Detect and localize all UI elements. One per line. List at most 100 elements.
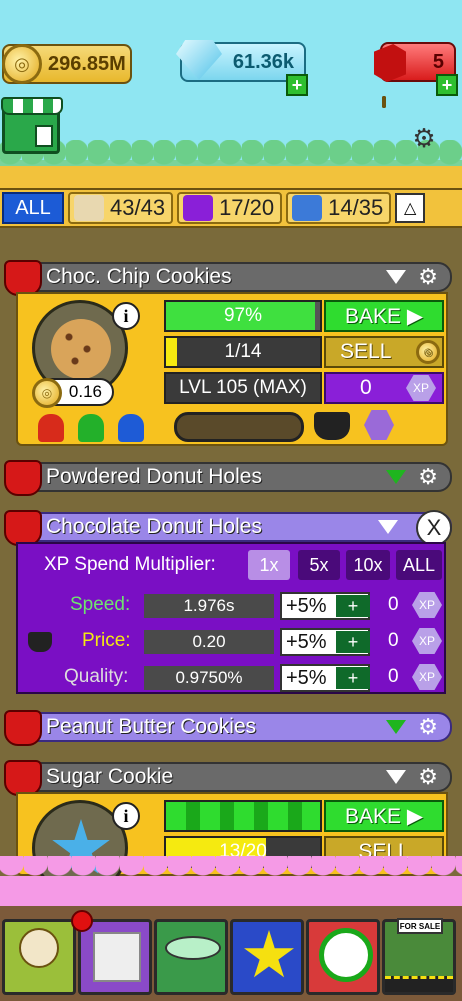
nav-star-button[interactable] [230,919,304,995]
xp-value: 0 [360,376,372,399]
door-icon [35,125,53,147]
multiplier-10x-button[interactable]: 10x [346,550,390,580]
awning-icon [1,97,63,115]
upgrade-panel: XP Spend Multiplier: 1x 5x 10x ALL Speed… [16,542,446,694]
bake-progress-bar [164,800,322,832]
multiplier-all-button[interactable]: ALL [396,550,442,580]
price-upgrade[interactable]: +5% + [280,628,370,656]
filter-boxes-count: 17/20 [219,195,275,220]
xp-badge-icon: XP [406,375,436,401]
graduation-cap-icon [28,632,52,652]
xp-badge-icon: XP [412,628,442,654]
graduation-cap-icon[interactable] [314,412,350,440]
price-value: 0.20 [144,630,274,654]
worker-red-icon[interactable] [38,414,64,442]
xp-badge-icon: XP [412,592,442,618]
nav-display-button[interactable] [154,919,228,995]
collapse-triangle-icon[interactable] [386,770,407,784]
price-value: 0.16 [68,382,102,401]
speed-label: Speed: [70,594,131,615]
worker-green-icon[interactable] [78,414,104,442]
quality-value: 0.9750% [144,666,274,690]
speed-plus-button[interactable]: + [336,595,370,617]
item-header-peanut-butter[interactable]: Peanut Butter Cookies ⚙ [4,710,452,746]
shop-button[interactable] [1,97,63,154]
mug-icon [4,510,42,546]
purple-box-icon [183,195,214,221]
nav-gifts-button[interactable] [71,910,152,995]
category-filter-bar: ALL 43/43 17/20 14/35 △ [0,188,462,228]
multiplier-5x-button[interactable]: 5x [298,550,340,580]
info-button[interactable]: i [112,802,140,830]
add-gems-button[interactable]: + [286,74,308,96]
quality-plus-button[interactable]: + [336,667,370,689]
nav-bakery-button[interactable] [2,919,76,995]
price-xp-cost: 0 [388,630,399,651]
gear-icon[interactable]: ⚙ [418,266,438,288]
filter-all-button[interactable]: ALL [2,192,64,224]
quality-upgrade[interactable]: +5% + [280,664,370,692]
bake-button[interactable]: BAKE ▶ [324,300,444,332]
item-header-choc-chip[interactable]: Choc. Chip Cookies ⚙ [4,260,452,296]
sort-triangle-icon[interactable]: △ [395,193,426,223]
conveyor-belt-icon [174,412,304,442]
item-header-powdered-donut[interactable]: Powdered Donut Holes ⚙ [4,460,452,496]
item-header-chocolate-donut[interactable]: Chocolate Donut Holes X [4,510,452,546]
collapse-triangle-icon[interactable] [378,520,398,534]
gear-icon[interactable]: ⚙ [418,766,438,788]
mug-icon [4,760,42,796]
close-button[interactable]: X [416,510,452,546]
item-title: Sugar Cookie [46,765,174,788]
collapse-triangle-icon[interactable] [386,270,407,284]
expand-triangle-icon[interactable] [386,470,407,484]
gift-box-icon [292,195,323,221]
sell-button[interactable]: SELL ◎ [324,336,444,368]
coin-icon: ◎ [32,378,62,408]
expand-triangle-icon[interactable] [386,720,407,734]
gear-icon[interactable]: ⚙ [418,466,438,488]
bake-progress-label: 97% [223,305,263,326]
notification-dot [71,910,93,932]
item-header-sugar-cookie[interactable]: Sugar Cookie ⚙ [4,760,452,796]
speed-upgrade[interactable]: +5% + [280,592,370,620]
xp-badge-icon: XP [412,664,442,690]
price-plus-button[interactable]: + [336,631,370,653]
tickets-counter[interactable]: 5 + [374,42,458,96]
frosting-drips-top [0,140,462,190]
filter-gifts[interactable]: 14/35 [286,192,392,224]
stock-bar: 1/14 [164,336,322,368]
info-button[interactable]: i [112,302,140,330]
item-panel-choc-chip: i ◎ 0.16 97% BAKE ▶ 1/14 SELL ◎ LVL 105 … [16,292,448,446]
cookie-plate-icon [74,195,104,221]
filter-boxes[interactable]: 17/20 [177,192,283,224]
cookie-plate-icon [19,928,59,968]
gems-value: 61.36k [232,50,294,73]
xp-box[interactable]: 0 XP [324,372,444,404]
settings-gear-icon[interactable]: ⚙ [410,124,438,152]
nav-timer-button[interactable] [306,919,380,995]
bottom-nav: FOR SALE [0,906,462,1001]
prestige-hex-icon[interactable] [364,410,394,440]
coin-icon: ◎ [2,44,42,84]
worker-blue-icon[interactable] [118,414,144,442]
coins-value: 296.85M [48,52,126,75]
add-tickets-button[interactable]: + [436,74,458,96]
item-title: Powdered Donut Holes [46,465,262,488]
filter-cookies[interactable]: 43/43 [68,192,174,224]
bake-button[interactable]: BAKE ▶ [324,800,444,832]
cake-stand-icon [165,936,221,960]
gear-icon[interactable]: ⚙ [418,716,438,738]
quality-label: Quality: [64,666,129,687]
mug-icon [4,460,42,496]
nav-for-sale-button[interactable]: FOR SALE [382,918,456,995]
road-icon [385,976,453,992]
multiplier-1x-button[interactable]: 1x [248,550,290,580]
filter-gifts-count: 14/35 [328,195,384,220]
quality-xp-cost: 0 [388,666,399,687]
price-label: Price: [82,630,131,651]
gems-counter[interactable]: 61.36k + [176,40,308,96]
coins-counter[interactable]: ◎ 296.85M [2,44,132,84]
item-title: Peanut Butter Cookies [46,715,257,738]
bakery-list: Choc. Chip Cookies ⚙ i ◎ 0.16 97% BAKE ▶… [0,236,462,896]
level-label: LVL 105 (MAX) [179,377,307,398]
